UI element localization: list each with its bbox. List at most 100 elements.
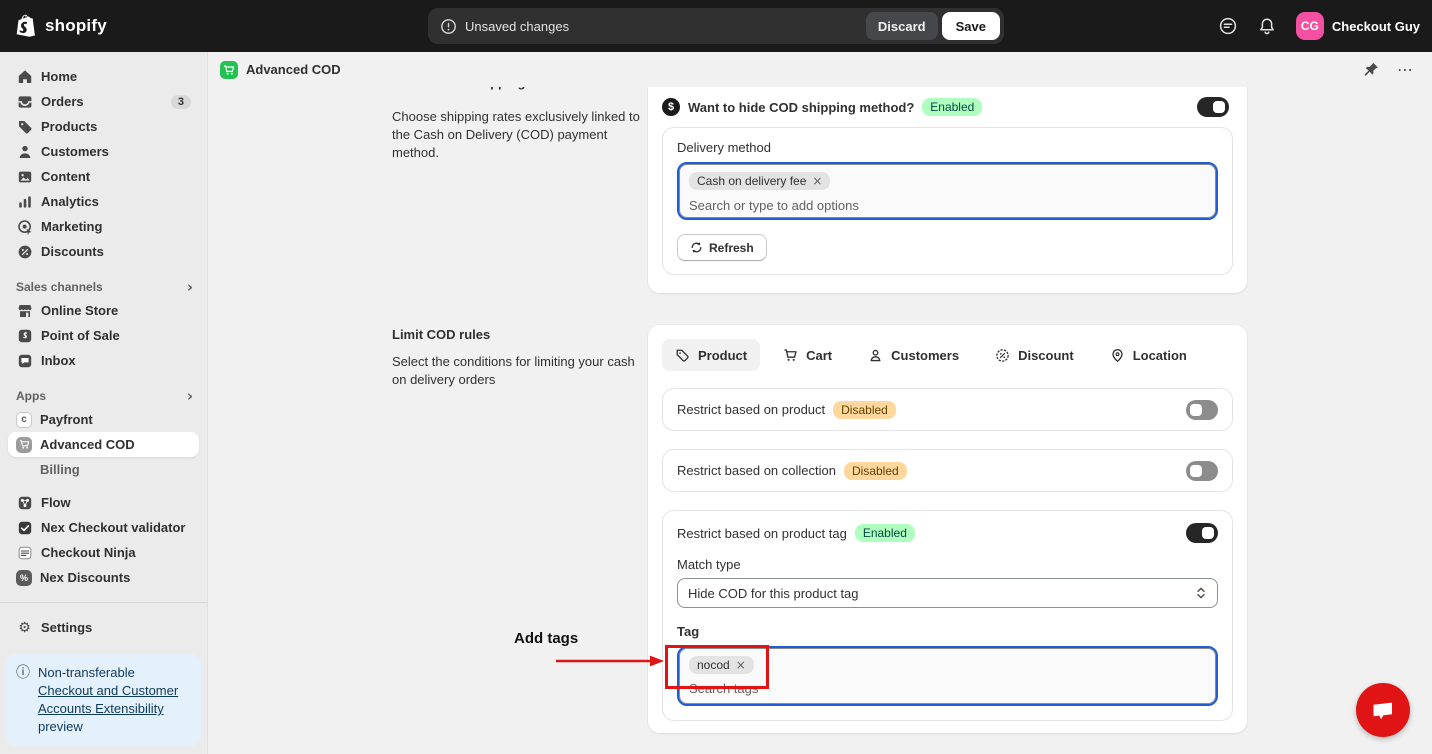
user-menu[interactable]: CG Checkout Guy	[1296, 12, 1420, 40]
content-icon	[16, 168, 33, 185]
discounts-icon	[16, 243, 33, 260]
save-button[interactable]: Save	[942, 12, 1000, 40]
sidebar-item-label: Discounts	[41, 244, 104, 259]
sidebar-item-label: Analytics	[41, 194, 99, 209]
page-header: Advanced COD ⋯	[208, 52, 1432, 87]
limit-cod-rules-description: Select the conditions for limiting your …	[392, 353, 644, 389]
sidebar-item-orders[interactable]: Orders 3	[8, 89, 199, 114]
rule-label: Restrict based on product tag	[677, 526, 847, 541]
point-of-sale-icon	[16, 327, 33, 344]
limit-cod-rules-title: Limit COD rules	[392, 327, 490, 342]
flow-app-icon	[16, 494, 33, 511]
money-icon: $	[662, 98, 680, 116]
sidebar-item-label: Flow	[41, 495, 71, 510]
sidebar-item-checkout-ninja[interactable]: Checkout Ninja	[8, 540, 199, 565]
delivery-method-input[interactable]: Cash on delivery fee × Search or type to…	[677, 162, 1218, 220]
sidebar-item-advanced-cod[interactable]: Advanced COD	[8, 432, 199, 457]
sales-channels-header-label: Sales channels	[16, 280, 103, 294]
marketing-icon	[16, 218, 33, 235]
remove-option-icon[interactable]: ×	[812, 174, 822, 188]
user-name: Checkout Guy	[1332, 19, 1420, 34]
sidebar-item-point-of-sale[interactable]: Point of Sale	[8, 323, 199, 348]
annotation-add-tags-label: Add tags	[514, 630, 578, 647]
hide-cod-toggle[interactable]	[1197, 97, 1229, 117]
sidebar-item-customers[interactable]: Customers	[8, 139, 199, 164]
tab-location[interactable]: Location	[1097, 339, 1200, 371]
tab-label: Location	[1133, 348, 1187, 363]
tag-label: Tag	[677, 624, 1218, 639]
sidebar-item-label: Advanced COD	[40, 437, 135, 452]
sidebar-item-content[interactable]: Content	[8, 164, 199, 189]
clipped-scrolled-heading: Choose shipping rates exclusively linked…	[420, 87, 606, 92]
shopify-logo[interactable]: shopify	[16, 14, 107, 38]
sidebar-item-online-store[interactable]: Online Store	[8, 298, 199, 323]
location-pin-icon	[1110, 348, 1125, 363]
apps-header[interactable]: Apps ›	[0, 385, 207, 407]
status-badge-disabled: Disabled	[844, 462, 907, 480]
chat-widget-button[interactable]	[1356, 683, 1410, 737]
sidebar-item-label: Home	[41, 69, 77, 84]
sidebar-item-label: Online Store	[41, 303, 118, 318]
match-type-value: Hide COD for this product tag	[688, 586, 859, 601]
rule-product-toggle[interactable]	[1186, 400, 1218, 420]
sidebar-item-billing[interactable]: Billing	[8, 457, 199, 482]
sidebar: Home Orders 3 Products Customers Content…	[0, 52, 208, 754]
avatar: CG	[1296, 12, 1324, 40]
products-tag-icon	[16, 118, 33, 135]
home-icon	[16, 68, 33, 85]
sidebar-item-analytics[interactable]: Analytics	[8, 189, 199, 214]
sales-channels-header[interactable]: Sales channels ›	[0, 276, 207, 298]
notice-suffix: preview	[38, 719, 83, 734]
apps-header-label: Apps	[16, 389, 46, 403]
sidebar-item-home[interactable]: Home	[8, 64, 199, 89]
sidebar-item-flow[interactable]: Flow	[8, 490, 199, 515]
tab-cart[interactable]: Cart	[770, 339, 845, 371]
info-icon: ⓘ	[16, 664, 30, 736]
sidebar-item-label: Marketing	[41, 219, 102, 234]
sidebar-item-nex-discounts[interactable]: % Nex Discounts	[8, 565, 199, 590]
discount-icon	[995, 348, 1010, 363]
advanced-cod-app-icon-large	[220, 61, 238, 79]
match-type-select[interactable]: Hide COD for this product tag	[677, 578, 1218, 608]
delivery-method-placeholder: Search or type to add options	[689, 198, 1206, 213]
delivery-method-group: Delivery method Cash on delivery fee × S…	[662, 127, 1233, 275]
sidebar-item-products[interactable]: Products	[8, 114, 199, 139]
nex-checkout-validator-app-icon	[16, 519, 33, 536]
sidebar-item-label: Content	[41, 169, 90, 184]
tag-icon	[675, 348, 690, 363]
sidebar-item-label: Customers	[41, 144, 109, 159]
sidebar-item-nex-checkout-validator[interactable]: Nex Checkout validator	[8, 515, 199, 540]
admin-chat-icon[interactable]	[1218, 16, 1238, 36]
rule-collection-toggle[interactable]	[1186, 461, 1218, 481]
notifications-bell-icon[interactable]	[1258, 17, 1276, 36]
sidebar-item-marketing[interactable]: Marketing	[8, 214, 199, 239]
rule-row-collection: Restrict based on collection Disabled	[662, 449, 1233, 492]
rule-tag-toggle[interactable]	[1186, 523, 1218, 543]
hide-cod-card: $ Want to hide COD shipping method? Enab…	[648, 87, 1247, 293]
orders-icon	[16, 93, 33, 110]
rule-box-product-tag: Restrict based on product tag Enabled Ma…	[662, 510, 1233, 721]
customers-icon	[16, 143, 33, 160]
discard-button[interactable]: Discard	[866, 12, 938, 40]
advanced-cod-app-icon	[16, 437, 32, 453]
rule-label: Restrict based on product	[677, 402, 825, 417]
pin-icon[interactable]	[1364, 62, 1379, 78]
tab-customers[interactable]: Customers	[855, 339, 972, 371]
page-title: Advanced COD	[246, 62, 341, 77]
sidebar-item-settings[interactable]: ⚙ Settings	[8, 615, 199, 640]
notice-prefix: Non-transferable	[38, 665, 135, 680]
topbar: shopify Unsaved changes Discard Save CG …	[0, 0, 1432, 52]
status-badge-disabled: Disabled	[833, 401, 896, 419]
sidebar-item-discounts[interactable]: Discounts	[8, 239, 199, 264]
refresh-label: Refresh	[709, 241, 754, 255]
tab-discount[interactable]: Discount	[982, 339, 1087, 371]
sidebar-item-inbox[interactable]: Inbox	[8, 348, 199, 373]
nex-discounts-app-icon: %	[16, 570, 32, 586]
extensibility-preview-link[interactable]: Checkout and Customer Accounts Extensibi…	[38, 683, 178, 716]
sidebar-item-payfront[interactable]: c Payfront	[8, 407, 199, 432]
refresh-button[interactable]: Refresh	[677, 234, 767, 261]
overflow-menu-icon[interactable]: ⋯	[1397, 60, 1414, 79]
hide-cod-label: Want to hide COD shipping method?	[688, 100, 914, 115]
rule-tag-toggle-row: Restrict based on product tag Enabled	[677, 523, 1218, 543]
tab-product[interactable]: Product	[662, 339, 760, 371]
